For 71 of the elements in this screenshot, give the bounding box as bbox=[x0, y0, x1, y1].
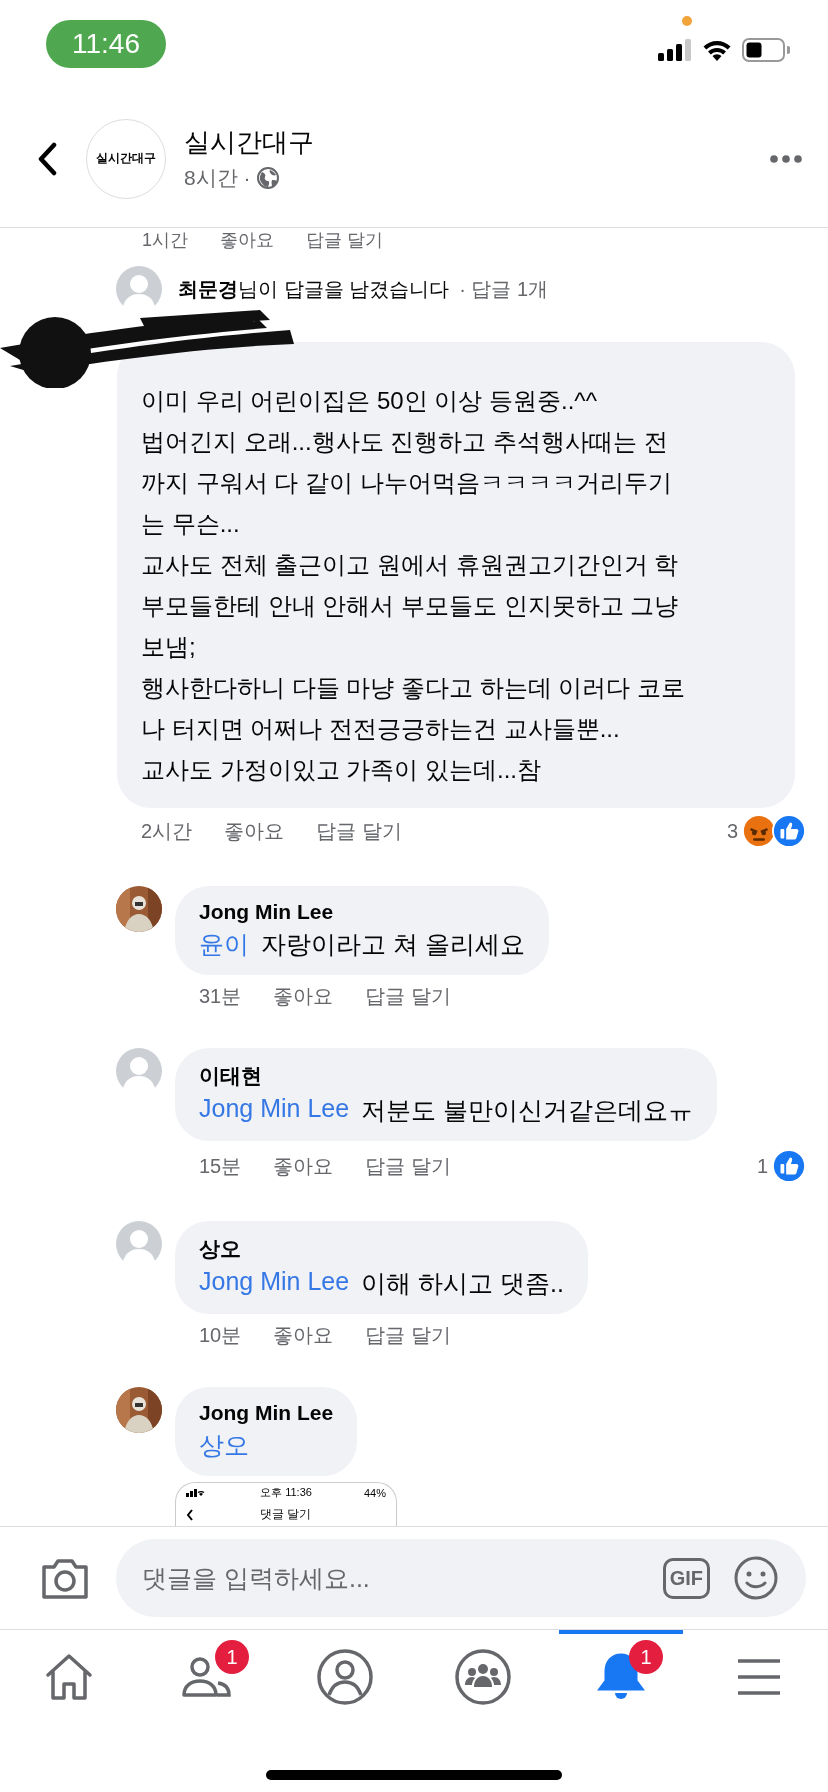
attachment-title: 댓글 달기 bbox=[260, 1506, 312, 1523]
commenter-name[interactable]: Jong Min Lee bbox=[199, 1401, 334, 1425]
attachment-battery: 44% bbox=[363, 1486, 386, 1499]
comment-input[interactable]: 댓글을 입력하세요... GIF bbox=[116, 1539, 806, 1617]
comment-time: 31분 bbox=[199, 984, 242, 1009]
reply-count[interactable]: · 답글 1개 bbox=[459, 275, 549, 303]
attachment-time: 오후 11:36 bbox=[260, 1485, 312, 1500]
avatar-icon bbox=[116, 266, 162, 312]
commenter-name[interactable]: Jong Min Lee bbox=[199, 900, 525, 924]
reply-text: 저분도 불만이신거같은데요ㅠ bbox=[361, 1095, 694, 1126]
reply-link[interactable]: 답글 달기 bbox=[316, 817, 402, 845]
notifications-tab[interactable]: 1 bbox=[559, 1630, 683, 1720]
reply-link[interactable]: 답글 달기 bbox=[365, 983, 451, 1010]
angry-face-icon bbox=[742, 814, 776, 848]
avatar-icon bbox=[116, 1048, 162, 1094]
notification-badge: 1 bbox=[629, 1640, 663, 1674]
comment-text: 는 무슨... bbox=[141, 509, 241, 539]
comment-time: 2시간 bbox=[141, 818, 193, 844]
back-icon[interactable] bbox=[36, 141, 58, 176]
comment-text: 보냄; bbox=[141, 632, 197, 662]
reply-link[interactable]: 답글 달기 bbox=[306, 228, 384, 252]
notification-badge: 1 bbox=[215, 1640, 249, 1674]
like-link[interactable]: 좋아요 bbox=[220, 228, 274, 252]
thumbs-up-icon bbox=[772, 1149, 806, 1183]
comment-text: 까지 구워서 다 같이 나누어먹음ㅋㅋㅋㅋ거리두기 bbox=[141, 468, 673, 498]
like-link[interactable]: 좋아요 bbox=[273, 1152, 334, 1180]
like-link[interactable]: 좋아요 bbox=[224, 817, 285, 845]
privacy-dot-icon bbox=[682, 16, 692, 26]
comment-text: 부모들한테 안내 안해서 부모들도 인지못하고 그냥 bbox=[141, 591, 680, 621]
profile-icon bbox=[317, 1649, 373, 1705]
like-link[interactable]: 좋아요 bbox=[273, 1322, 334, 1349]
wifi-icon bbox=[702, 39, 732, 61]
friends-tab[interactable]: 1 bbox=[145, 1630, 269, 1720]
comment-text: 행사한다하니 다들 마냥 좋다고 하는데 이러다 코로 bbox=[141, 673, 686, 703]
mention-link[interactable]: 상오 bbox=[199, 1429, 249, 1462]
more-icon[interactable] bbox=[770, 154, 802, 163]
reply-text: 자랑이라고 쳐 올리세요 bbox=[261, 929, 525, 960]
comment-time: 15분 bbox=[199, 1153, 242, 1179]
globe-icon bbox=[256, 167, 279, 189]
like-link[interactable]: 좋아요 bbox=[273, 983, 334, 1010]
comment-time: 1시간 bbox=[142, 229, 188, 252]
mention-link[interactable]: Jong Min Lee bbox=[199, 1094, 350, 1127]
comment-time: 10분 bbox=[199, 1323, 242, 1348]
mention-link[interactable]: Jong Min Lee bbox=[199, 1267, 350, 1300]
commenter-name[interactable]: 상오 bbox=[199, 1235, 564, 1263]
avatar-icon bbox=[116, 1221, 162, 1267]
signal-icon bbox=[658, 39, 692, 61]
emoji-icon[interactable] bbox=[734, 1556, 778, 1600]
home-icon bbox=[44, 1653, 94, 1701]
reply-text: 이해 하시고 댓좀.. bbox=[361, 1268, 564, 1299]
groups-icon bbox=[455, 1649, 511, 1705]
post-time: 8시간 · bbox=[184, 165, 251, 191]
back-icon bbox=[186, 1508, 194, 1521]
comment-text: 교사도 전체 출근이고 원에서 휴원권고기간인거 학 bbox=[141, 550, 680, 580]
reply-link[interactable]: 답글 달기 bbox=[365, 1322, 451, 1349]
reply-link[interactable]: 답글 달기 bbox=[365, 1152, 451, 1180]
comment-text: 나 터지면 어쩌나 전전긍긍하는건 교사들뿐... bbox=[141, 714, 621, 744]
reaction-count[interactable]: 3 bbox=[726, 819, 738, 843]
comment-text: 교사도 가정이있고 가족이 있는데...참 bbox=[141, 755, 542, 785]
mention-link[interactable]: 윤이 bbox=[199, 928, 249, 961]
menu-icon bbox=[736, 1658, 782, 1696]
thumbs-up-icon bbox=[772, 814, 806, 848]
reaction-count[interactable]: 1 bbox=[756, 1154, 768, 1178]
gif-button[interactable]: GIF bbox=[662, 1557, 710, 1599]
commenter-name[interactable]: 이태현 bbox=[199, 1062, 694, 1090]
reply-notice[interactable]: 최문경님이 답글을 남겼습니다 bbox=[178, 275, 450, 303]
comment-text: 이미 우리 어린이집은 50인 이상 등원중..^^ bbox=[141, 386, 598, 416]
page-name[interactable]: 실시간대구 bbox=[184, 125, 770, 160]
battery-icon bbox=[742, 38, 790, 62]
comment-text: 법어긴지 오래...행사도 진행하고 추석행사때는 전 bbox=[141, 427, 669, 457]
status-time: 11:46 bbox=[46, 20, 166, 68]
